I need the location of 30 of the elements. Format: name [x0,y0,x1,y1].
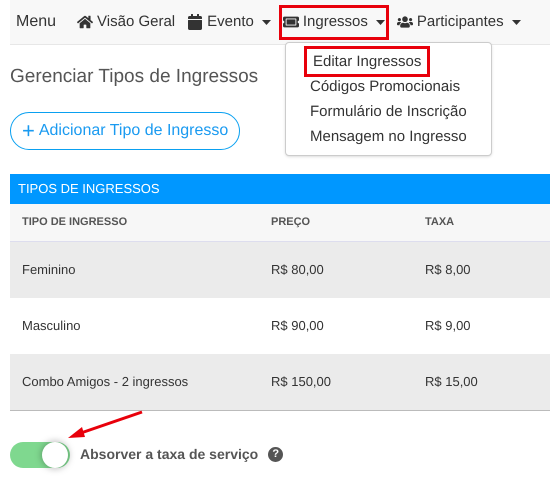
table-cell-text: Combo Amigos - 2 ingressos [22,372,188,391]
column-header: TAXA [425,214,454,230]
table-cell-text: R$ 150,00 [271,372,331,391]
table-title-bar: TIPOS DE INGRESSOS [10,174,550,204]
calendar-icon [187,14,204,30]
toggle-switch[interactable] [10,442,70,468]
page-title: Gerenciar Tipos de Ingressos [10,65,258,89]
toggle-label: Absorver a taxa de serviço [80,445,258,464]
dropdown-item[interactable]: Mensagem no Ingresso [307,124,470,149]
users-icon [396,14,413,30]
column-header: PREÇO [271,214,310,230]
column-header: TIPO DE INGRESSO [22,214,128,230]
nav-item[interactable]: Evento [184,6,274,38]
dropdown-item[interactable]: Códigos Promocionais [307,74,464,99]
nav-item[interactable]: Visão Geral [74,6,178,38]
help-icon[interactable]: ? [268,447,284,462]
dropdown-item[interactable]: Formulário de Inscrição [307,99,470,124]
table-cell-text: R$ 90,00 [271,316,324,335]
nav-item[interactable]: Participantes [394,6,524,38]
table-cell-text: Masculino [22,316,81,335]
table-cell-text: R$ 15,00 [425,372,478,391]
menu-brand[interactable]: Menu [16,10,56,34]
nav-item[interactable]: Ingressos [280,6,388,38]
table-cell-text: Feminino [22,260,76,279]
table-cell-text: R$ 9,00 [425,316,471,335]
table-cell-text: R$ 80,00 [271,260,324,279]
dropdown-item[interactable]: Editar Ingressos [307,49,428,74]
ticket-icon [282,14,299,30]
table-cell-text: R$ 8,00 [425,260,471,279]
home-icon [77,14,94,30]
